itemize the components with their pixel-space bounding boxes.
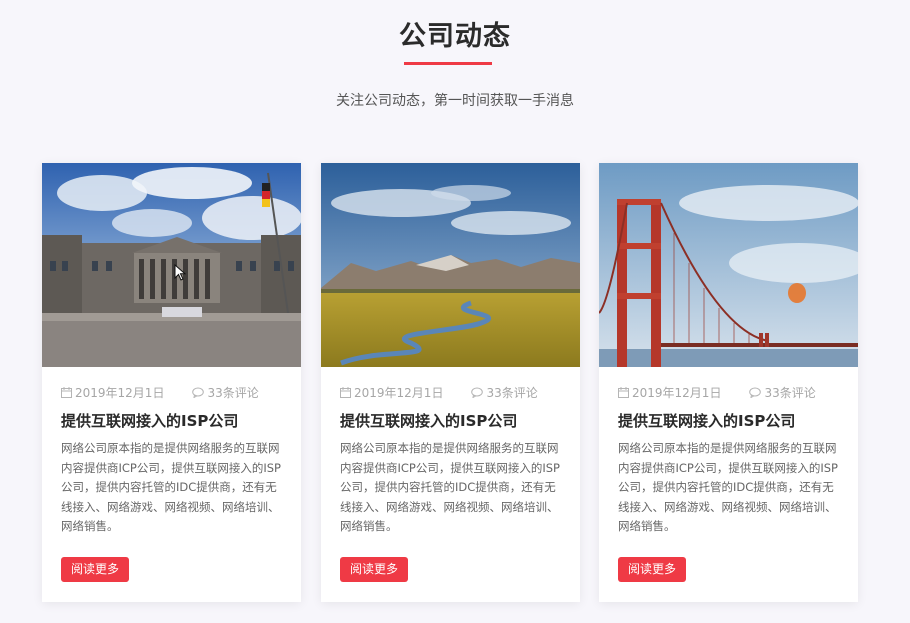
mountain-valley-river-photo[interactable] (321, 163, 580, 367)
news-card: 2019年12月1日 33条评论 提供互联网接入的ISP公司 网络公司原本指的是… (599, 163, 858, 602)
comments-meta[interactable]: 33条评论 (471, 384, 538, 401)
card-excerpt: 网络公司原本指的是提供网络服务的互联网内容提供商ICP公司，提供互联网接入的IS… (618, 441, 838, 534)
read-more-button[interactable]: 阅读更多 (340, 557, 408, 582)
section-subtitle: 关注公司动态，第一时间获取一手消息 (336, 93, 574, 109)
golden-gate-bridge-photo[interactable] (599, 163, 858, 367)
read-more-button[interactable]: 阅读更多 (618, 557, 686, 582)
news-card: 2019年12月1日 33条评论 提供互联网接入的ISP公司 网络公司原本指的是… (42, 163, 301, 602)
comment-icon (471, 387, 484, 398)
title-underline (404, 62, 492, 65)
card-title[interactable]: 提供互联网接入的ISP公司 (340, 411, 561, 431)
mouse-cursor-icon (174, 264, 186, 281)
news-card: 2019年12月1日 33条评论 提供互联网接入的ISP公司 网络公司原本指的是… (321, 163, 580, 602)
comment-count: 33条评论 (486, 385, 538, 400)
comment-icon (749, 387, 762, 398)
card-excerpt: 网络公司原本指的是提供网络服务的互联网内容提供商ICP公司，提供互联网接入的IS… (340, 441, 560, 534)
comment-count: 33条评论 (207, 385, 259, 400)
calendar-icon (618, 386, 629, 398)
date-meta: 2019年12月1日 (61, 384, 164, 401)
card-title[interactable]: 提供互联网接入的ISP公司 (618, 411, 839, 431)
card-title[interactable]: 提供互联网接入的ISP公司 (61, 411, 282, 431)
reichstag-building-photo[interactable] (42, 163, 301, 367)
post-date: 2019年12月1日 (354, 385, 444, 400)
read-more-button[interactable]: 阅读更多 (61, 557, 129, 582)
date-meta: 2019年12月1日 (618, 384, 721, 401)
comment-icon (192, 387, 205, 398)
post-date: 2019年12月1日 (75, 385, 165, 400)
comments-meta[interactable]: 33条评论 (749, 384, 816, 401)
date-meta: 2019年12月1日 (340, 384, 443, 401)
comment-count: 33条评论 (764, 385, 816, 400)
card-excerpt: 网络公司原本指的是提供网络服务的互联网内容提供商ICP公司，提供互联网接入的IS… (61, 441, 281, 534)
calendar-icon (340, 386, 351, 398)
comments-meta[interactable]: 33条评论 (192, 384, 259, 401)
post-date: 2019年12月1日 (632, 385, 722, 400)
calendar-icon (61, 386, 72, 398)
section-title: 公司动态 (399, 21, 511, 52)
